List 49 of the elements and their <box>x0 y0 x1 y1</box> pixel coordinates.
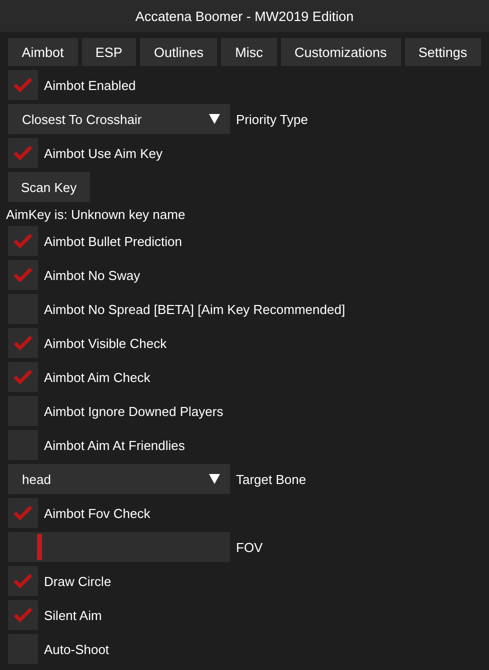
status-text: AimKey is: Unknown key name <box>6 206 186 222</box>
tab[interactable]: ESP <box>82 38 136 66</box>
checkbox[interactable] <box>8 498 38 528</box>
checkmark-icon <box>13 77 33 93</box>
checkbox[interactable] <box>8 566 38 596</box>
tab[interactable]: Customizations <box>280 38 401 66</box>
checkbox-label: Aimbot Bullet Prediction <box>44 234 182 248</box>
checkbox-label: Silent Aim <box>44 608 102 622</box>
checkbox-label: Aimbot Visible Check <box>44 336 167 350</box>
checkmark-icon <box>13 267 33 283</box>
caret-icon <box>209 114 220 124</box>
checkmark-icon <box>13 505 33 521</box>
tab[interactable]: Settings <box>404 38 481 66</box>
checkbox-label: Aimbot Enabled <box>44 78 136 92</box>
tab[interactable]: Outlines <box>140 38 218 66</box>
checkbox-label: Auto-Shoot <box>44 642 110 656</box>
checkbox-label: Draw Circle <box>44 574 112 588</box>
tab[interactable]: Misc <box>221 38 277 66</box>
checkbox-label: Aimbot Use Aim Key <box>44 146 162 160</box>
checkmark-icon <box>13 573 33 589</box>
checkbox[interactable] <box>8 260 38 290</box>
checkmark-icon <box>13 145 33 161</box>
checkmark-icon <box>13 335 33 351</box>
slider-label: FOV <box>236 540 263 554</box>
checkbox[interactable] <box>8 328 38 358</box>
checkbox[interactable] <box>8 138 38 168</box>
checkbox-label: Aimbot Aim At Friendlies <box>44 438 185 452</box>
checkbox[interactable] <box>8 226 38 256</box>
checkbox-label: Aimbot No Spread [BETA] [Aim Key Recommended] <box>44 302 346 316</box>
checkbox-label: Aimbot Ignore Downed Players <box>44 404 224 418</box>
checkbox[interactable] <box>8 362 38 392</box>
dropdown[interactable]: head <box>8 464 230 494</box>
dropdown[interactable]: Closest To Crosshair <box>8 104 230 134</box>
checkmark-icon <box>13 607 33 623</box>
checkmark-icon <box>13 233 33 249</box>
caret-icon <box>209 474 220 484</box>
slider[interactable] <box>8 532 230 562</box>
dropdown-label: Target Bone <box>236 472 306 486</box>
tab[interactable]: Aimbot <box>8 38 78 66</box>
dropdown-label: Priority Type <box>236 112 308 126</box>
scan-key-button[interactable]: Scan Key <box>8 172 90 202</box>
checkbox-label: Aimbot Fov Check <box>44 506 150 520</box>
slider-thumb[interactable] <box>36 534 42 560</box>
checkbox-label: Aimbot No Sway <box>44 268 140 282</box>
window-title: Accatena Boomer - MW2019 Edition <box>0 0 489 32</box>
checkbox[interactable] <box>8 600 38 630</box>
checkbox[interactable] <box>8 70 38 100</box>
checkmark-icon <box>13 369 33 385</box>
checkbox-label: Aimbot Aim Check <box>44 370 150 384</box>
